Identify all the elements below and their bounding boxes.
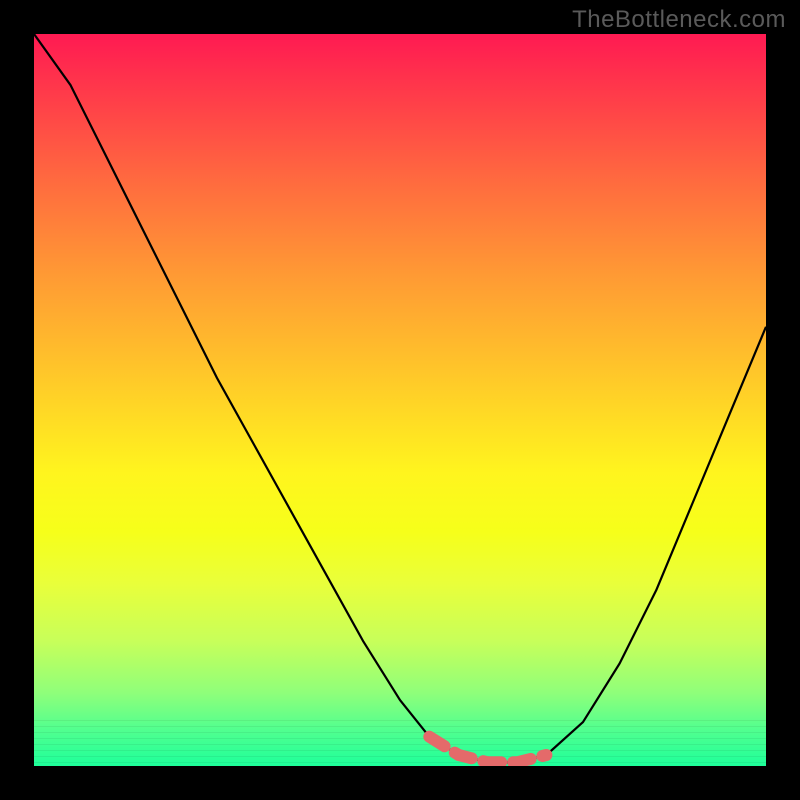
- optimal-region-highlight: [429, 737, 546, 763]
- bottleneck-curve-path: [34, 34, 766, 762]
- bottleneck-curve-svg: [34, 34, 766, 766]
- chart-frame: TheBottleneck.com: [0, 0, 800, 800]
- watermark-text: TheBottleneck.com: [572, 6, 786, 34]
